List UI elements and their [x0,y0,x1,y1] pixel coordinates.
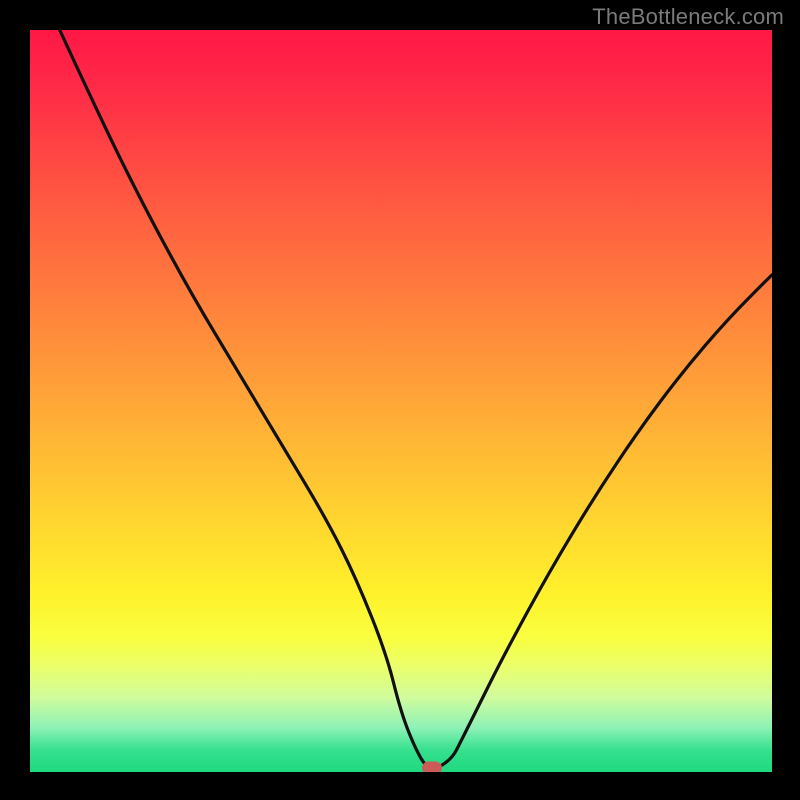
curve-layer [30,30,772,772]
plot-area [30,30,772,772]
chart-container: TheBottleneck.com [0,0,800,800]
attribution-text: TheBottleneck.com [592,4,784,30]
bottleneck-curve [60,30,772,768]
optimal-marker [422,762,442,772]
